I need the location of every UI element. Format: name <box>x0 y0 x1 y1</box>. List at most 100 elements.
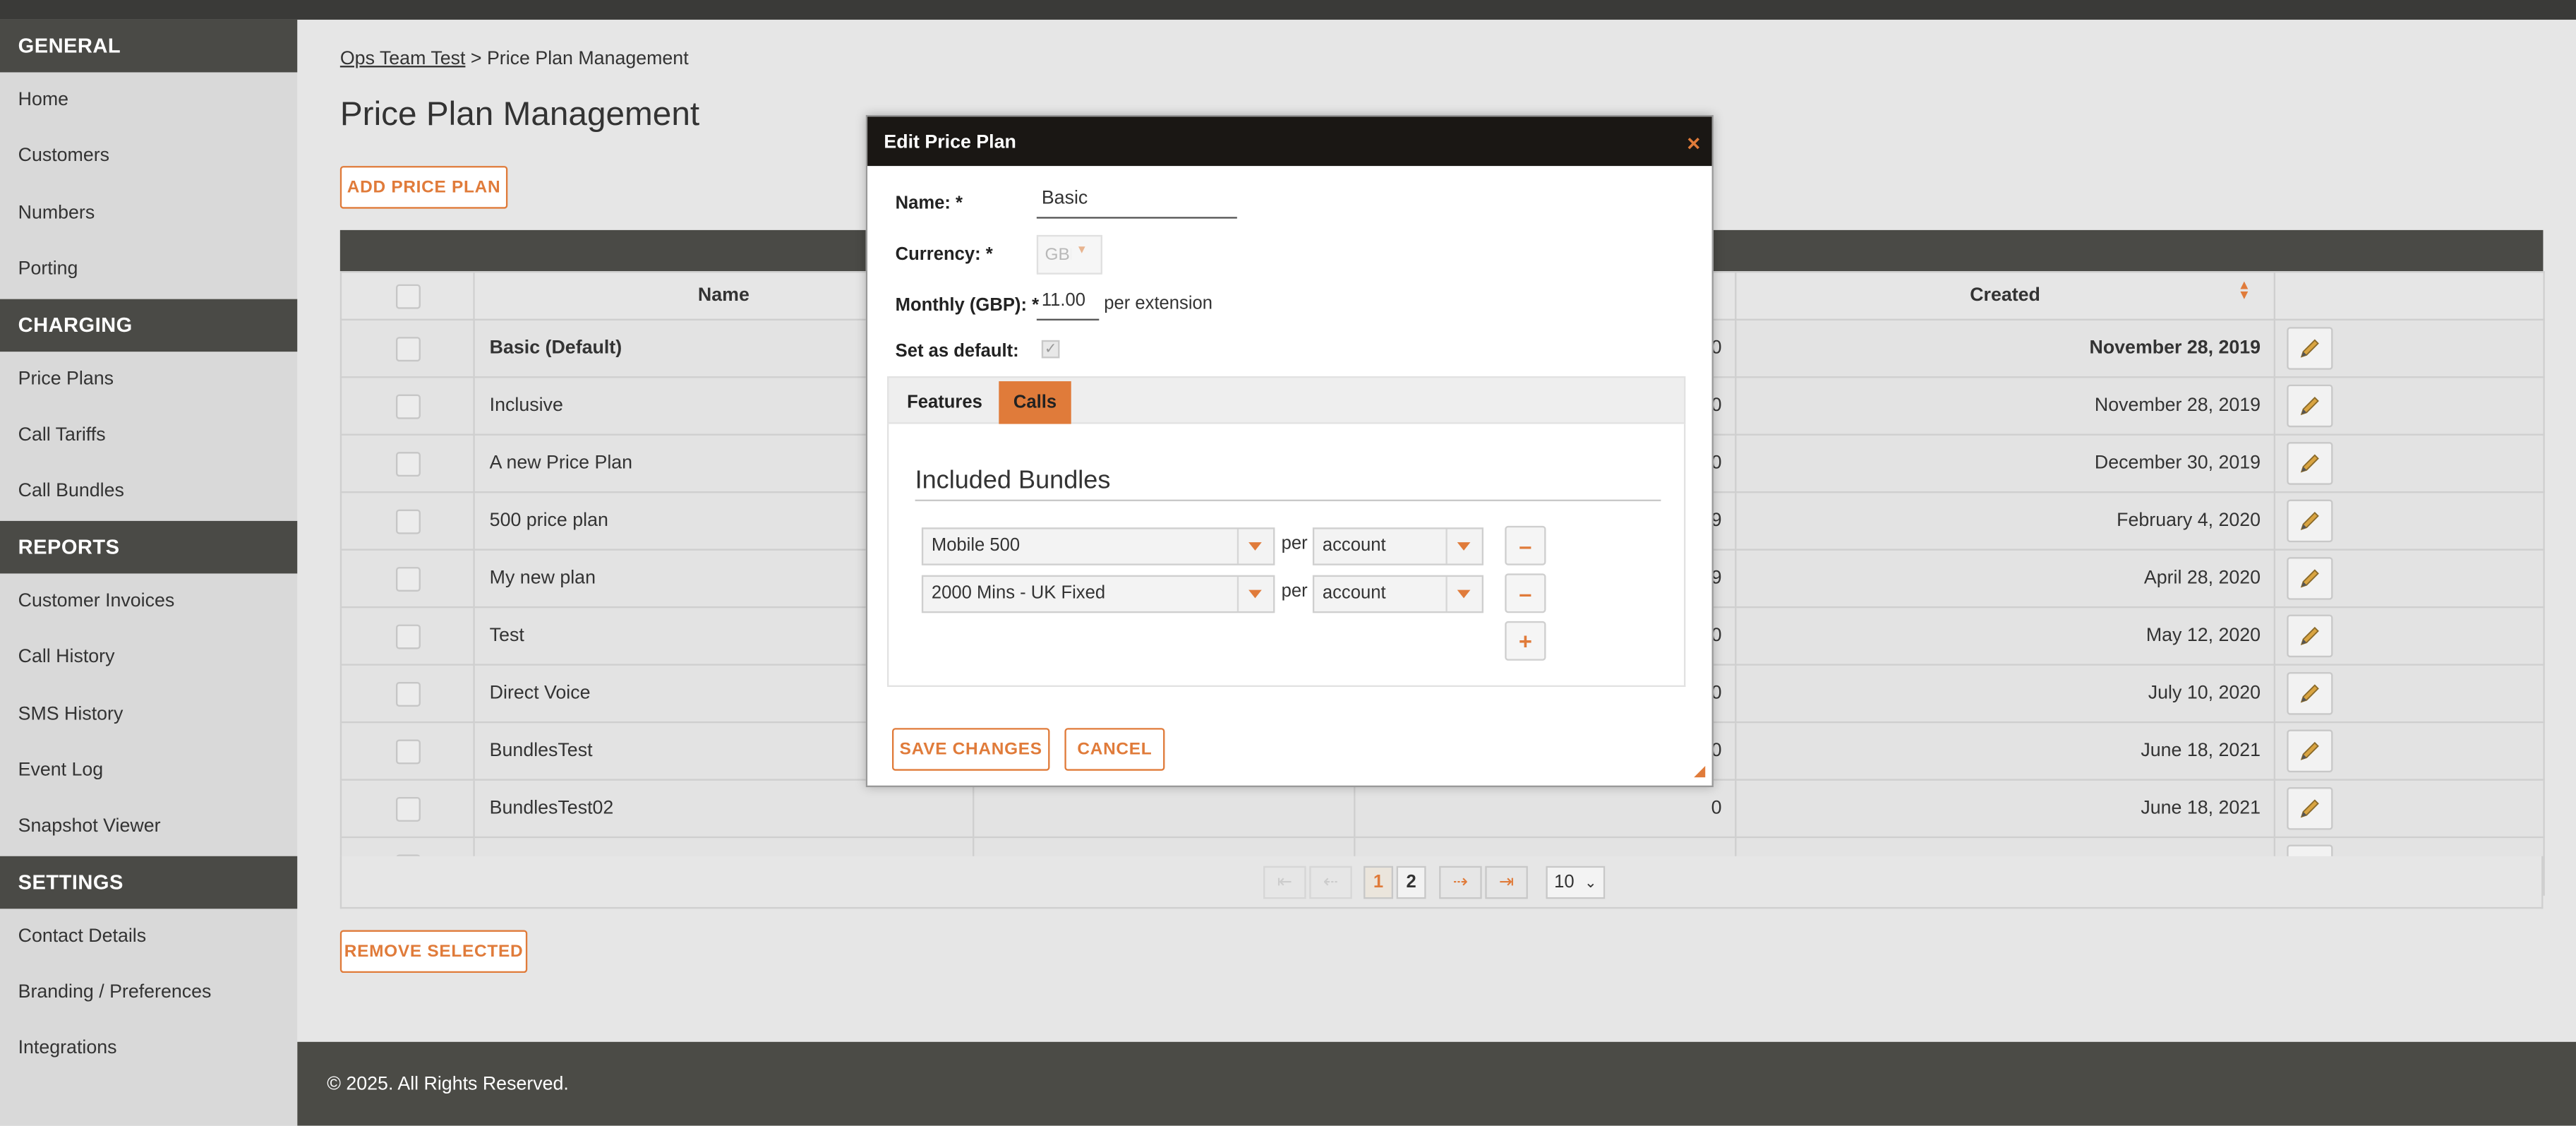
add-price-plan-button[interactable]: ADD PRICE PLAN <box>339 166 508 209</box>
row-actions-cell <box>2273 491 2545 551</box>
remove-selected-button[interactable]: REMOVE SELECTED <box>339 930 528 974</box>
chevron-down-icon <box>1236 577 1273 611</box>
page-2-button[interactable]: 2 <box>1396 866 1426 899</box>
tab-bar: Features Calls <box>887 376 1686 426</box>
edit-pencil-icon[interactable] <box>2287 499 2333 543</box>
footer: © 2025. All Rights Reserved. <box>297 1041 2576 1126</box>
row-select-cell <box>339 664 475 724</box>
last-page-button[interactable]: ⇥ <box>1485 866 1528 899</box>
row-actions-cell <box>2273 606 2545 666</box>
plan-created-cell: June 18, 2021 <box>1735 721 2276 781</box>
bundle-select-2[interactable]: 2000 Mins - UK Fixed <box>921 575 1275 613</box>
page-title: Price Plan Management <box>339 95 700 133</box>
plan-name-cell: BundlesTest02 <box>473 779 975 839</box>
resize-handle-icon[interactable]: ◢ <box>1694 762 1705 781</box>
sidebar-item-porting[interactable]: Porting <box>0 242 297 299</box>
sidebar-item-integrations[interactable]: Integrations <box>0 1022 297 1078</box>
per-value-1: account <box>1322 535 1386 556</box>
per-label-2: per <box>1281 582 1308 601</box>
add-bundle-button[interactable]: + <box>1505 621 1546 661</box>
close-icon[interactable]: × <box>1687 116 1700 169</box>
sidebar-item-event-log[interactable]: Event Log <box>0 743 297 799</box>
table-row[interactable]: BundlesTest02 0 June 18, 2021 <box>339 779 2545 839</box>
sidebar-section-settings: SETTINGS <box>0 856 298 909</box>
row-select-cell <box>339 491 475 551</box>
sidebar: GENERAL Home Customers Numbers Porting C… <box>0 19 298 1126</box>
edit-pencil-icon[interactable] <box>2287 614 2333 658</box>
sidebar-item-customer-invoices[interactable]: Customer Invoices <box>0 573 297 630</box>
currency-select[interactable]: GBP ▼ <box>1036 234 1102 275</box>
remove-bundle-button-2[interactable]: – <box>1505 573 1546 613</box>
row-checkbox[interactable] <box>395 450 420 476</box>
per-value-2: account <box>1322 583 1386 604</box>
sidebar-item-branding[interactable]: Branding / Preferences <box>0 965 297 1022</box>
page-1-button[interactable]: 1 <box>1364 866 1393 899</box>
sidebar-item-call-tariffs[interactable]: Call Tariffs <box>0 407 297 464</box>
row-select-cell <box>339 318 475 378</box>
sort-icon[interactable]: ▲ ▼ <box>2238 279 2251 302</box>
currency-value: GBP <box>1045 244 1071 265</box>
monthly-suffix: per extension <box>1104 294 1213 314</box>
first-page-button[interactable]: ⇤ <box>1263 866 1306 899</box>
plan-created-cell: February 4, 2020 <box>1735 491 2276 551</box>
tab-calls[interactable]: Calls <box>999 381 1071 426</box>
edit-pencil-icon[interactable] <box>2287 442 2333 485</box>
remove-bundle-button-1[interactable]: – <box>1505 525 1546 565</box>
sidebar-item-call-bundles[interactable]: Call Bundles <box>0 464 297 520</box>
row-checkbox[interactable] <box>395 336 420 361</box>
edit-pencil-icon[interactable] <box>2287 787 2333 830</box>
plan-created-cell: December 30, 2019 <box>1735 433 2276 493</box>
header-created[interactable]: Created ▲ ▼ <box>1735 271 2276 321</box>
sidebar-item-call-history[interactable]: Call History <box>0 630 297 686</box>
page-size-select[interactable]: 10 ⌄ <box>1546 866 1606 899</box>
copyright-text: © 2025. All Rights Reserved. <box>327 1074 569 1095</box>
dialog-header: Edit Price Plan × <box>867 116 1712 169</box>
edit-pencil-icon[interactable] <box>2287 729 2333 773</box>
tab-features[interactable]: Features <box>893 381 995 426</box>
default-checkbox[interactable]: ✓ <box>1041 340 1060 359</box>
breadcrumb-link[interactable]: Ops Team Test <box>340 49 466 69</box>
page-size-value: 10 <box>1554 873 1575 892</box>
sidebar-item-customers[interactable]: Customers <box>0 128 297 185</box>
row-actions-cell <box>2273 721 2545 781</box>
sidebar-item-contact-details[interactable]: Contact Details <box>0 909 297 965</box>
sidebar-item-numbers[interactable]: Numbers <box>0 186 297 242</box>
included-bundles-title: Included Bundles <box>915 467 1111 495</box>
row-checkbox[interactable] <box>395 508 420 534</box>
cancel-button[interactable]: CANCEL <box>1064 728 1165 771</box>
sidebar-item-home[interactable]: Home <box>0 72 297 128</box>
monthly-label: Monthly (GBP): * <box>895 296 1040 316</box>
edit-pencil-icon[interactable] <box>2287 384 2333 428</box>
edit-pencil-icon[interactable] <box>2287 327 2333 370</box>
row-checkbox[interactable] <box>395 796 420 821</box>
row-actions-cell <box>2273 779 2545 839</box>
row-checkbox[interactable] <box>395 565 420 591</box>
name-label: Name: * <box>895 193 963 214</box>
row-checkbox[interactable] <box>395 738 420 764</box>
bundle-select-1[interactable]: Mobile 500 <box>921 527 1275 565</box>
prev-page-button[interactable]: ⇠ <box>1309 866 1352 899</box>
breadcrumb-separator: > <box>465 49 487 69</box>
row-checkbox[interactable] <box>395 681 420 706</box>
chevron-down-icon <box>1445 529 1481 564</box>
breadcrumb: Ops Team Test > Price Plan Management <box>340 49 689 69</box>
sidebar-item-sms-history[interactable]: SMS History <box>0 686 297 743</box>
per-select-2[interactable]: account <box>1312 575 1484 613</box>
next-page-button[interactable]: ⇢ <box>1439 866 1482 899</box>
save-changes-button[interactable]: SAVE CHANGES <box>891 728 1050 771</box>
select-all-checkbox[interactable] <box>395 283 420 309</box>
sidebar-section-reports: REPORTS <box>0 520 298 573</box>
monthly-field[interactable]: 11.00 <box>1036 291 1100 321</box>
per-select-1[interactable]: account <box>1312 527 1484 565</box>
header-select <box>339 271 475 321</box>
sidebar-item-price-plans[interactable]: Price Plans <box>0 351 297 407</box>
row-checkbox[interactable] <box>395 623 420 649</box>
name-field[interactable]: Basic <box>1036 189 1237 219</box>
header-actions <box>2273 271 2545 321</box>
edit-pencil-icon[interactable] <box>2287 672 2333 715</box>
edit-pencil-icon[interactable] <box>2287 557 2333 600</box>
sidebar-item-snapshot-viewer[interactable]: Snapshot Viewer <box>0 799 297 856</box>
row-select-cell <box>339 433 475 493</box>
plan-created-cell: May 12, 2020 <box>1735 606 2276 666</box>
row-checkbox[interactable] <box>395 393 420 419</box>
